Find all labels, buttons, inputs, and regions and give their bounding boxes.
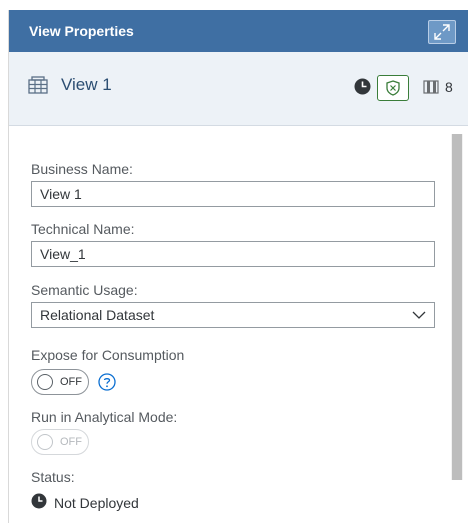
object-title: View 1 <box>61 75 112 94</box>
clock-icon[interactable] <box>354 78 371 95</box>
expose-consumption-label: Expose for Consumption <box>31 347 185 363</box>
properties-form: Business Name: View 1 Technical Name: Vi… <box>9 126 468 523</box>
chevron-down-icon <box>412 311 426 319</box>
technical-name-input[interactable]: View_1 <box>31 241 435 267</box>
technical-name-label: Technical Name: <box>31 221 135 237</box>
switch-state-text: OFF <box>60 436 82 448</box>
columns-count: 8 <box>445 79 453 95</box>
view-table-icon <box>28 76 48 94</box>
semantic-usage-value: Relational Dataset <box>40 307 155 323</box>
switch-knob <box>37 374 53 390</box>
status-label: Status: <box>31 469 75 485</box>
expand-button[interactable] <box>428 20 456 44</box>
business-name-input[interactable]: View 1 <box>31 181 435 207</box>
panel-title: View Properties <box>29 23 134 39</box>
object-header: View 1 8 <box>9 52 468 126</box>
switch-state-text: OFF <box>60 376 82 388</box>
panel-header: View Properties <box>9 10 468 52</box>
shield-icon <box>386 80 400 96</box>
columns-icon <box>423 80 439 94</box>
expand-icon <box>434 24 450 40</box>
shield-button[interactable] <box>377 75 409 101</box>
analytical-mode-switch[interactable]: OFF <box>31 429 89 455</box>
view-properties-panel: View Properties View 1 8 Business Name: … <box>8 10 468 523</box>
business-name-label: Business Name: <box>31 161 133 177</box>
analytical-mode-label: Run in Analytical Mode: <box>31 409 178 425</box>
expose-consumption-switch[interactable]: OFF <box>31 369 89 395</box>
scrollbar-thumb[interactable] <box>452 134 462 480</box>
switch-knob <box>37 434 53 450</box>
semantic-usage-select[interactable]: Relational Dataset <box>31 302 435 328</box>
status-value: Not Deployed <box>54 495 139 511</box>
semantic-usage-label: Semantic Usage: <box>31 282 138 298</box>
clock-icon <box>31 493 47 509</box>
business-name-value: View 1 <box>40 186 82 202</box>
help-icon[interactable] <box>98 373 116 391</box>
technical-name-value: View_1 <box>40 246 86 262</box>
